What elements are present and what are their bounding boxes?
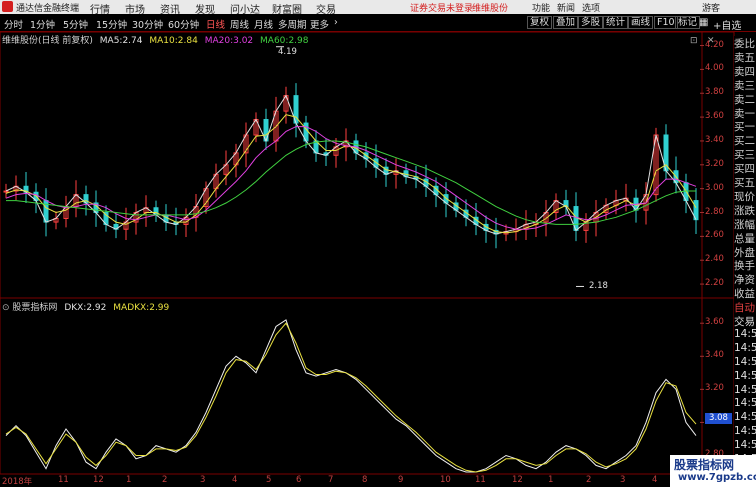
- kline-chart[interactable]: [0, 0, 756, 487]
- x-tick: 10: [440, 475, 451, 485]
- high-price-label: 4.19: [278, 47, 297, 57]
- indicator-line-madkx: [5, 322, 697, 473]
- indicator-tick: 3.60: [705, 317, 724, 328]
- x-tick: 5: [266, 475, 272, 485]
- x-tick: 2: [586, 475, 592, 485]
- x-tick: 3: [200, 475, 206, 485]
- watermark-logo: 股票指标网 www.7gpzb.com: [670, 455, 756, 487]
- side-label: 14:5: [734, 355, 756, 368]
- side-label: 委比: [734, 38, 755, 50]
- ma-line-ma10: [5, 114, 697, 234]
- indicator-line-dkx: [5, 319, 697, 473]
- side-label: 外盘: [734, 246, 755, 259]
- x-tick: 6: [296, 475, 302, 485]
- price-tick: 3.20: [705, 158, 724, 169]
- side-label: 涨幅: [734, 218, 755, 231]
- price-tick: 2.20: [705, 278, 724, 289]
- x-tick: 1: [126, 475, 132, 485]
- ma-line-ma20: [5, 126, 697, 230]
- side-label: 卖四: [734, 65, 755, 78]
- side-label: 涨跌: [734, 204, 755, 217]
- ma-line-ma5: [5, 94, 697, 235]
- x-tick: 4: [652, 475, 658, 485]
- x-tick: 11: [475, 475, 486, 485]
- x-tick: 8: [362, 475, 368, 485]
- side-label: 卖一: [734, 107, 755, 120]
- side-label: 14:5: [734, 397, 756, 410]
- x-tick: 7: [328, 475, 334, 485]
- price-tick: 4.20: [705, 39, 724, 50]
- side-label: 买四: [734, 163, 755, 176]
- x-tick: 11: [58, 475, 69, 485]
- side-label: 14:5: [734, 439, 756, 452]
- watermark-line2: www.7gpzb.com: [678, 472, 756, 483]
- x-tick: 4: [232, 475, 238, 485]
- candle-body: [3, 190, 9, 193]
- side-label: 14:5: [734, 383, 756, 396]
- price-tick: 4.00: [705, 63, 724, 74]
- side-label: 自动: [734, 302, 755, 315]
- side-label: 买五: [734, 177, 755, 189]
- side-label: 总量: [734, 232, 755, 245]
- price-tick: 3.40: [705, 134, 724, 145]
- price-tick: 2.60: [705, 230, 724, 241]
- watermark-line1: 股票指标网: [674, 458, 735, 472]
- side-label: 卖三: [734, 79, 755, 92]
- price-tick: 2.80: [705, 206, 724, 217]
- side-label: 14:5: [734, 369, 756, 382]
- indicator-tick: 3.40: [705, 350, 724, 361]
- x-tick: 12: [93, 475, 104, 485]
- side-label: 买一: [734, 121, 755, 134]
- x-tick: 1: [548, 475, 554, 485]
- side-label: 买三: [734, 149, 755, 162]
- side-label: 14:5: [734, 411, 756, 424]
- indicator-highlight-value: 3.08: [705, 413, 732, 424]
- price-tick: 2.40: [705, 254, 724, 265]
- price-tick: 3.60: [705, 111, 724, 122]
- x-tick: 2018年: [2, 477, 33, 487]
- low-price-label: 2.18: [589, 281, 608, 291]
- side-label: 14:5: [734, 425, 756, 438]
- side-label: 净资: [734, 274, 755, 287]
- side-label: 买二: [734, 135, 755, 148]
- ma-line-ma60: [6, 140, 696, 225]
- price-tick: 3.80: [705, 87, 724, 98]
- side-label: 收益: [734, 288, 755, 301]
- x-tick: 12: [512, 475, 523, 485]
- side-label: 交易: [734, 316, 755, 328]
- side-label: 卖五: [734, 51, 755, 64]
- side-label: 换手: [734, 260, 755, 273]
- x-tick: 9: [398, 475, 404, 485]
- side-label: 14:5: [734, 327, 756, 340]
- x-tick: 2: [162, 475, 168, 485]
- quote-side-panel: 委比 卖五 卖四 卖三 卖二 卖一 买一 买二 买三 买四 买五 现价 涨跌 涨幅 总量 外盘 换手 净资 收益 自动…: [734, 36, 756, 487]
- side-label: 卖二: [734, 93, 755, 106]
- price-tick: 3.00: [705, 182, 724, 193]
- chart-frame: [0, 31, 735, 475]
- x-tick: 3: [620, 475, 626, 485]
- indicator-tick: 3.20: [705, 383, 724, 394]
- side-label: 现价: [734, 190, 755, 203]
- side-label: 14:5: [734, 341, 756, 354]
